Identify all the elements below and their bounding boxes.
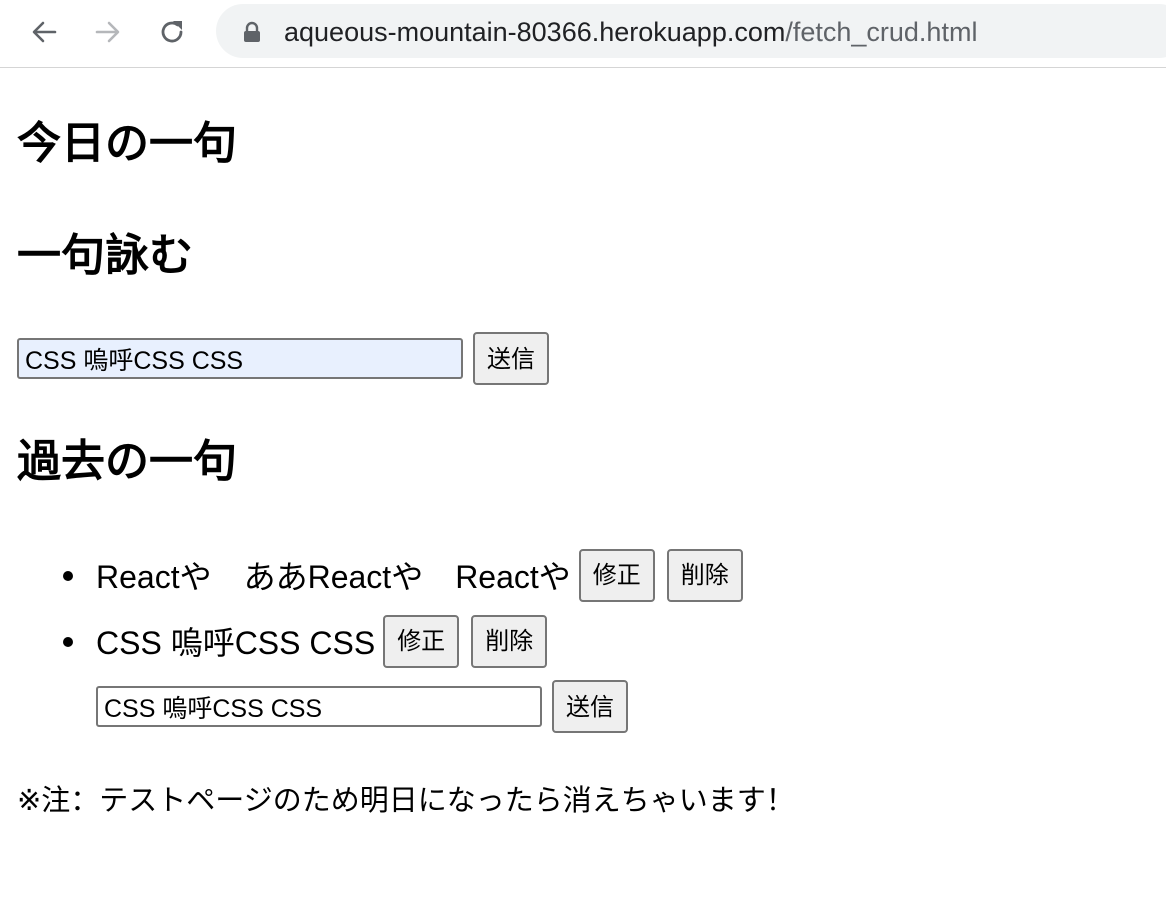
reload-icon [161, 21, 183, 43]
list-item: CSS 嗚呼CSS CSS 修正 削除 [17, 608, 743, 674]
forward-button[interactable] [88, 12, 128, 52]
url-path: /fetch_crud.html [785, 17, 978, 47]
past-heading: 過去の一句 [17, 436, 237, 487]
address-bar[interactable]: aqueous-mountain-80366.herokuapp.com/fet… [216, 4, 1166, 58]
haiku-text: CSS 嗚呼CSS CSS [96, 625, 376, 661]
delete-button[interactable]: 削除 [666, 548, 743, 602]
notice-text: ※注：テストページのため明日になったら消えちゃいます！ [17, 783, 795, 817]
edit-form: 送信 [96, 680, 628, 733]
lock-icon [244, 21, 260, 42]
submit-button[interactable]: 送信 [473, 332, 549, 385]
back-button[interactable] [24, 12, 64, 52]
reload-button[interactable] [152, 12, 192, 52]
browser-toolbar: aqueous-mountain-80366.herokuapp.com/fet… [0, 0, 1166, 68]
haiku-list: Reactや ああReactや Reactや 修正 削除 CSS 嗚呼CSS C… [17, 542, 743, 674]
forward-arrow-icon [95, 21, 120, 43]
edit-submit-button[interactable]: 送信 [552, 680, 628, 733]
list-item: Reactや ああReactや Reactや 修正 削除 [17, 542, 743, 608]
url-text: aqueous-mountain-80366.herokuapp.com/fet… [284, 16, 977, 48]
back-arrow-icon [32, 21, 57, 43]
page-title: 今日の一句 [17, 118, 237, 169]
edit-haiku-input[interactable] [96, 686, 542, 727]
url-host: aqueous-mountain-80366.herokuapp.com [284, 17, 786, 47]
compose-heading: 一句詠む [17, 230, 193, 281]
delete-button[interactable]: 削除 [471, 614, 548, 668]
haiku-input[interactable] [17, 338, 463, 379]
compose-form: 送信 [17, 332, 549, 385]
bullet-icon [63, 637, 73, 647]
edit-button[interactable]: 修正 [578, 548, 655, 602]
haiku-text: Reactや ああReactや Reactや [96, 559, 571, 595]
bullet-icon [63, 571, 73, 581]
edit-button[interactable]: 修正 [383, 614, 460, 668]
